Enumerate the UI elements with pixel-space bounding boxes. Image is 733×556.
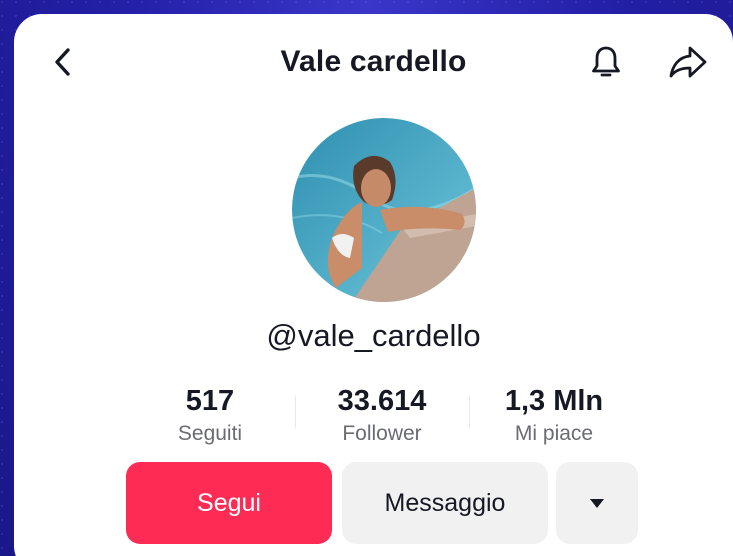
- stat-following[interactable]: 517 Seguiti: [130, 384, 290, 448]
- stat-divider: [295, 396, 296, 428]
- share-button[interactable]: [666, 42, 710, 82]
- message-button-label: Messaggio: [384, 488, 506, 517]
- stat-likes[interactable]: 1,3 Mln Mi piace: [474, 384, 634, 448]
- avatar[interactable]: [292, 118, 476, 302]
- stat-followers-label: Follower: [342, 422, 422, 445]
- profile-card: Vale cardello @vale_cardello 517 Seguiti…: [14, 14, 733, 556]
- follow-button[interactable]: Segui: [126, 462, 332, 544]
- stat-followers[interactable]: 33.614 Follower: [302, 384, 462, 448]
- stat-followers-value: 33.614: [337, 385, 427, 417]
- follow-button-label: Segui: [197, 488, 261, 517]
- share-arrow-icon: [669, 46, 707, 78]
- profile-username: @vale_cardello: [266, 318, 481, 353]
- stat-following-label: Seguiti: [177, 422, 243, 445]
- stat-likes-label: Mi piace: [514, 422, 594, 445]
- stat-following-value: 517: [185, 385, 235, 417]
- bell-icon: [592, 46, 620, 77]
- stat-divider: [469, 396, 470, 428]
- notification-bell-button[interactable]: [586, 42, 626, 82]
- caret-down-icon: [590, 499, 604, 508]
- stat-likes-value: 1,3 Mln: [504, 385, 604, 417]
- avatar-photo: [292, 118, 476, 302]
- profile-header: Vale cardello: [14, 14, 733, 109]
- more-options-button[interactable]: [556, 462, 638, 544]
- message-button[interactable]: Messaggio: [342, 462, 548, 544]
- promo-background: Vale cardello @vale_cardello 517 Seguiti…: [0, 0, 733, 556]
